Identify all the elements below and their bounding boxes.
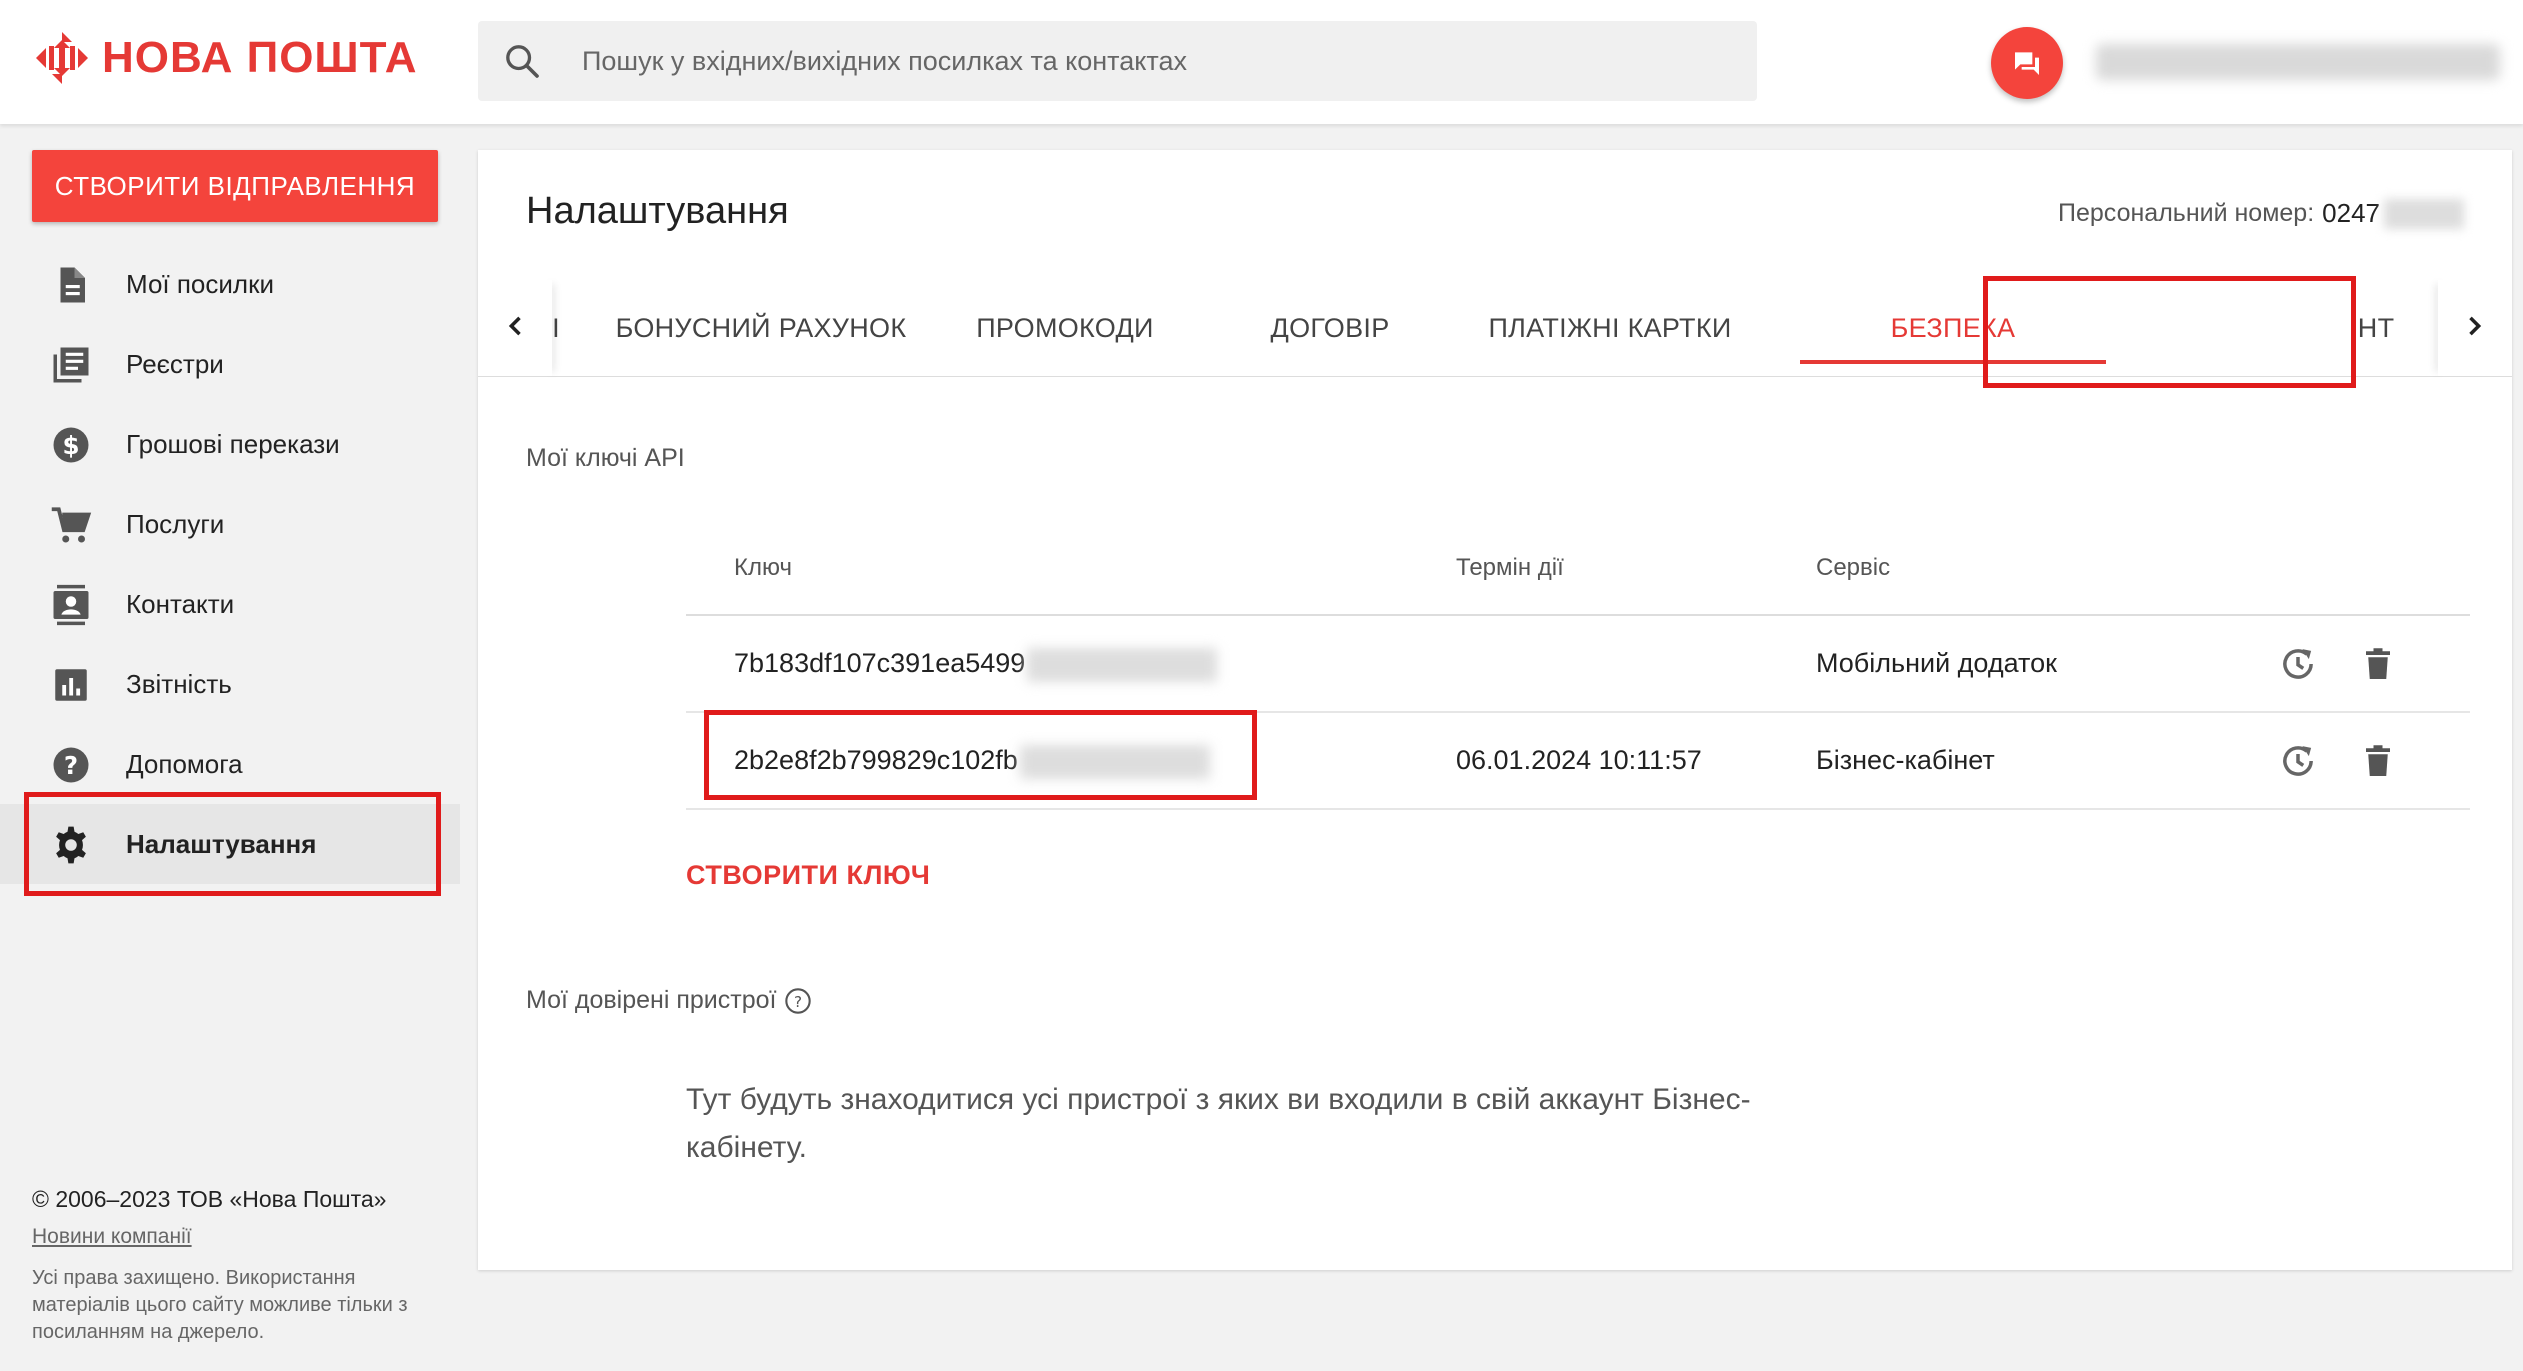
user-name[interactable]: [2096, 44, 2500, 80]
tabs-scroll-left[interactable]: [488, 298, 544, 354]
sidebar-item-label: Звітність: [126, 668, 232, 699]
document-icon: [60, 267, 85, 303]
tab-security[interactable]: БЕЗПЕКА: [1780, 280, 2126, 376]
svg-text:$: $: [62, 431, 79, 460]
svg-text:?: ?: [64, 751, 78, 780]
logo-icon: [36, 32, 88, 84]
personal-number-hidden: [2384, 198, 2464, 229]
tab-partial-right[interactable]: ІНТ: [2350, 280, 2440, 376]
settings-tabs: І БОНУСНИЙ РАХУНОК ПРОМОКОДИ ДОГОВІР ПЛА…: [478, 280, 2512, 377]
copyright-text: © 2006–2023 ТОВ «Нова Пошта»: [32, 1186, 387, 1212]
sidebar-nav: Мої посилки Реєстри $ Грошові перекази П…: [0, 244, 460, 884]
registry-icon: [53, 347, 89, 383]
svg-text:?: ?: [794, 992, 802, 1010]
rights-text: Усі права захищено. Використання матеріа…: [32, 1267, 408, 1343]
search-input[interactable]: [580, 44, 1684, 78]
gear-icon: [56, 826, 86, 864]
expiry-cell: 06.01.2024 10:11:57: [1456, 745, 1702, 775]
tab-promocodes[interactable]: ПРОМОКОДИ: [950, 280, 1180, 376]
sidebar-item-label: Грошові перекази: [126, 428, 340, 459]
chat-button[interactable]: [1991, 27, 2063, 99]
company-news-link[interactable]: Новини компанії: [32, 1225, 192, 1249]
sidebar-item-label: Послуги: [126, 508, 225, 539]
trusted-devices-empty-text: Тут будуть знаходитися усі пристрої з як…: [686, 1083, 1751, 1164]
refresh-key-button[interactable]: [2276, 739, 2320, 783]
tabs-scroll-right[interactable]: [2446, 298, 2502, 354]
tab-strip: І БОНУСНИЙ РАХУНОК ПРОМОКОДИ ДОГОВІР ПЛА…: [550, 280, 2440, 376]
personal-number-value: 0247: [2322, 198, 2380, 228]
chat-icon: [2015, 52, 2039, 75]
table-row: 7b183df107c391ea5499 Мобільний додаток: [686, 616, 2470, 713]
contacts-icon: [53, 584, 89, 626]
refresh-key-button[interactable]: [2276, 642, 2320, 686]
delete-key-button[interactable]: [2356, 642, 2400, 686]
sidebar-item-settings[interactable]: Налаштування: [0, 804, 460, 884]
header-key: Ключ: [734, 554, 792, 581]
api-keys-table: Ключ Термін дії Сервіс 7b183df107c391ea5…: [686, 524, 2470, 810]
question-icon[interactable]: ?: [784, 987, 812, 1015]
tab-partial-left[interactable]: І: [550, 280, 586, 376]
sidebar-item-label: Контакти: [126, 588, 235, 619]
sidebar-item-my-parcels[interactable]: Мої посилки: [0, 244, 460, 324]
help-icon: ?: [53, 747, 89, 783]
tab-contract[interactable]: ДОГОВІР: [1230, 280, 1430, 376]
search-bar[interactable]: [478, 21, 1757, 101]
sidebar-item-contacts[interactable]: Контакти: [0, 564, 460, 644]
chevron-right-icon: [2469, 316, 2482, 336]
trash-icon: [2366, 745, 2390, 776]
personal-number-label: Персональний номер:: [2058, 199, 2315, 227]
search-icon[interactable]: [502, 41, 542, 81]
tab-bonus-account[interactable]: БОНУСНИЙ РАХУНОК: [606, 280, 916, 376]
table-row: 2b2e8f2b799829c102fb 06.01.2024 10:11:57…: [686, 713, 2470, 810]
logo[interactable]: НОВА ПОШТА: [34, 30, 418, 86]
api-key-cell: 7b183df107c391ea5499: [734, 648, 1218, 682]
api-key-cell: 2b2e8f2b799829c102fb: [734, 745, 1210, 779]
table-header: Ключ Термін дії Сервіс: [686, 524, 2470, 616]
history-icon: [2283, 746, 2313, 776]
sidebar-item-services[interactable]: Послуги: [0, 484, 460, 564]
top-bar: НОВА ПОШТА: [0, 0, 2523, 124]
service-cell: Бізнес-кабінет: [1816, 745, 1995, 775]
personal-number: Персональний номер: 0247: [2058, 198, 2464, 229]
chevron-left-icon: [508, 316, 521, 336]
settings-card: Налаштування Персональний номер: 0247 І …: [478, 150, 2512, 1270]
header-service: Сервіс: [1816, 554, 1891, 581]
dollar-icon: $: [53, 427, 89, 463]
header-expiry: Термін дії: [1456, 554, 1564, 581]
sidebar-item-label: Допомога: [126, 748, 243, 779]
create-shipment-button[interactable]: СТВОРИТИ ВІДПРАВЛЕННЯ: [32, 150, 438, 222]
trusted-devices-title: Мої довірені пристрої ?: [526, 986, 812, 1015]
service-cell: Мобільний додаток: [1816, 648, 2057, 678]
api-keys-title: Мої ключі API: [526, 444, 685, 472]
sidebar-item-registries[interactable]: Реєстри: [0, 324, 460, 404]
cart-icon: [51, 507, 92, 543]
sidebar-footer: © 2006–2023 ТОВ «Нова Пошта» Новини комп…: [32, 1186, 452, 1346]
active-tab-indicator: [1800, 360, 2106, 364]
sidebar-item-help[interactable]: ? Допомога: [0, 724, 460, 804]
trash-icon: [2366, 648, 2390, 679]
chart-icon: [55, 669, 87, 701]
page-title: Налаштування: [526, 190, 789, 232]
delete-key-button[interactable]: [2356, 739, 2400, 783]
sidebar-item-label: Реєстри: [126, 348, 224, 379]
tab-payment-cards[interactable]: ПЛАТІЖНІ КАРТКИ: [1460, 280, 1760, 376]
sidebar-item-money-transfers[interactable]: $ Грошові перекази: [0, 404, 460, 484]
history-icon: [2283, 649, 2313, 679]
sidebar-item-reports[interactable]: Звітність: [0, 644, 460, 724]
create-key-button[interactable]: СТВОРИТИ КЛЮЧ: [686, 860, 930, 891]
sidebar-item-label: Мої посилки: [126, 268, 274, 299]
sidebar-item-label: Налаштування: [126, 828, 317, 859]
logo-text: НОВА ПОШТА: [102, 33, 418, 82]
